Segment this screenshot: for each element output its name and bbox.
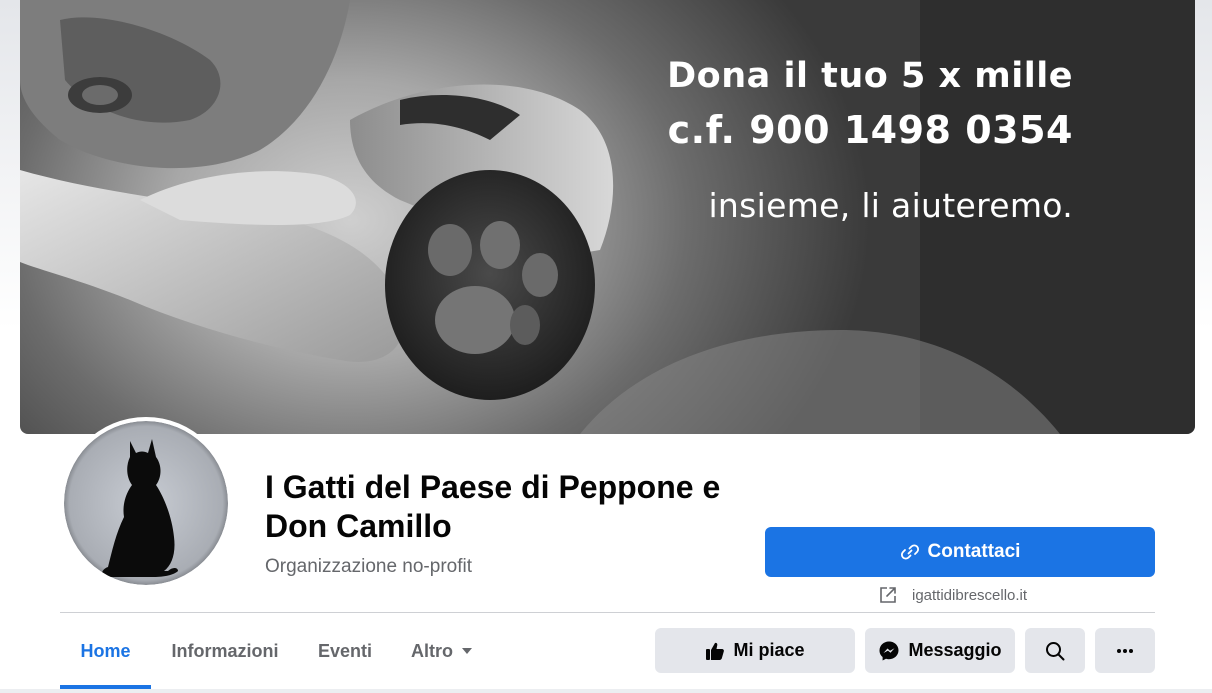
search-button[interactable]: [1025, 628, 1085, 673]
tab-eventi[interactable]: Eventi: [306, 628, 384, 674]
message-button[interactable]: Messaggio: [865, 628, 1015, 673]
more-icon: [1117, 648, 1133, 653]
cover-headline: Dona il tuo 5 x mille: [667, 56, 1073, 96]
tab-altro[interactable]: Altro: [400, 628, 484, 674]
messenger-icon: [879, 641, 899, 660]
external-link-icon: [880, 587, 896, 603]
link-icon: [900, 544, 919, 560]
tab-eventi-label: Eventi: [317, 640, 373, 661]
thumbs-up-icon: [706, 642, 725, 660]
tab-informazioni-label: Informazioni: [171, 640, 279, 661]
website-link[interactable]: igattidibrescello.it: [878, 584, 1027, 606]
contact-button[interactable]: Contattaci: [765, 527, 1155, 577]
divider: [60, 612, 1155, 613]
cover-tagline: insieme, li aiuteremo.: [708, 186, 1073, 225]
tab-home-label: Home: [80, 640, 131, 661]
search-icon: [1046, 641, 1065, 660]
message-button-label: Messaggio: [908, 640, 1002, 660]
tab-altro-label: Altro: [411, 640, 453, 661]
contact-button-label: Contattaci: [927, 541, 1021, 562]
website-url[interactable]: igattidibrescello.it: [912, 587, 1027, 604]
page-category: Organizzazione no-profit: [265, 556, 472, 577]
caret-down-icon: [462, 648, 472, 654]
page-title: I Gatti del Paese di Peppone e Don Camil…: [265, 469, 721, 544]
cat-silhouette-icon: [64, 421, 228, 585]
content-area-edge: [0, 689, 1212, 693]
like-button[interactable]: Mi piace: [655, 628, 855, 673]
tab-informazioni[interactable]: Informazioni: [160, 628, 290, 674]
tab-home[interactable]: Home: [60, 628, 151, 674]
cover-photo[interactable]: Dona il tuo 5 x mille c.f. 900 1498 0354…: [20, 0, 1195, 434]
avatar[interactable]: [64, 421, 228, 585]
cover-tax-code: c.f. 900 1498 0354: [667, 108, 1073, 152]
more-button[interactable]: [1095, 628, 1155, 673]
like-button-label: Mi piace: [733, 640, 805, 660]
